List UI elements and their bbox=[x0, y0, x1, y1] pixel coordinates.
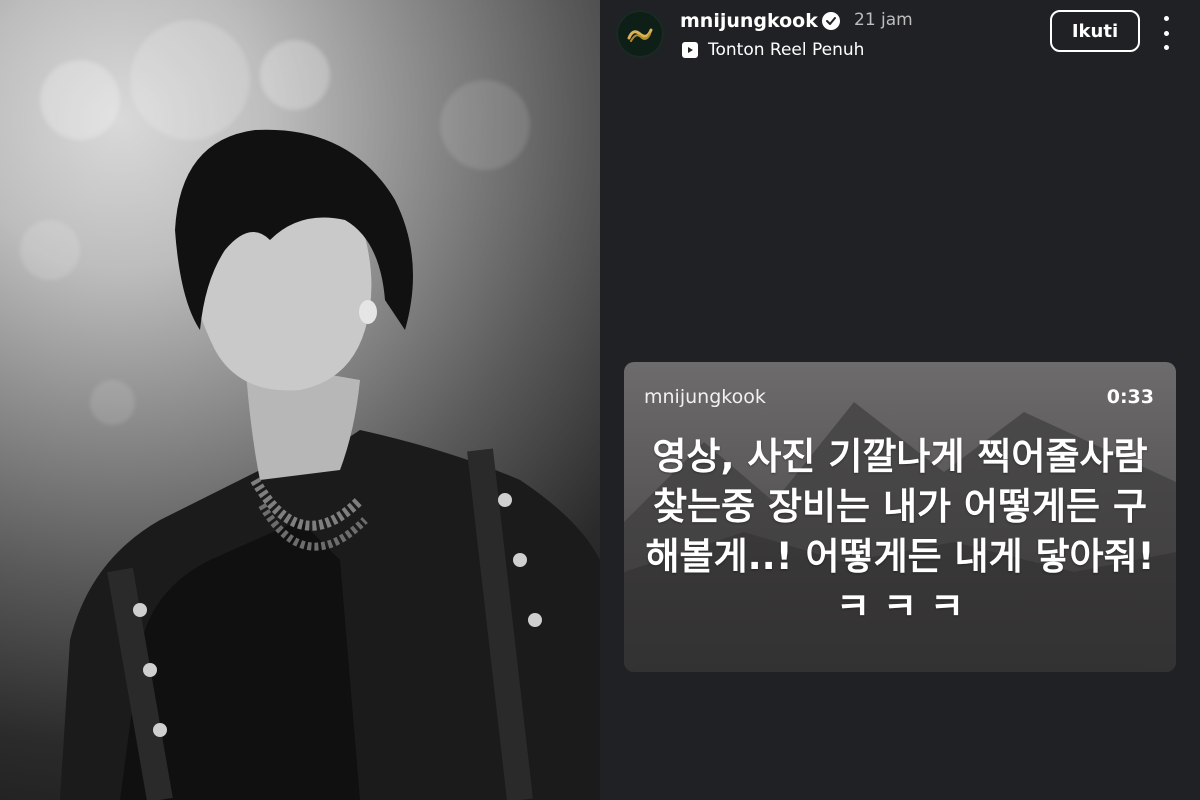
composite-image: mnijungkook 21 jam Tonton Reel Penuh Iku… bbox=[0, 0, 1200, 800]
person-silhouette bbox=[60, 129, 600, 800]
avatar[interactable] bbox=[616, 10, 664, 58]
story-header: mnijungkook 21 jam Tonton Reel Penuh Iku… bbox=[600, 0, 1200, 70]
story-username[interactable]: mnijungkook bbox=[680, 10, 818, 32]
watch-full-reel-label: Tonton Reel Penuh bbox=[708, 40, 865, 60]
play-icon bbox=[682, 42, 698, 58]
verified-icon bbox=[822, 12, 840, 30]
more-options-icon[interactable] bbox=[1156, 16, 1176, 50]
reel-duration: 0:33 bbox=[1106, 386, 1154, 408]
timestamp: 21 jam bbox=[854, 10, 913, 30]
watch-full-reel-link[interactable]: Tonton Reel Penuh bbox=[682, 40, 864, 60]
logo-icon bbox=[627, 28, 653, 42]
instagram-story: mnijungkook 21 jam Tonton Reel Penuh Iku… bbox=[600, 0, 1200, 800]
reel-username: mnijungkook bbox=[644, 386, 766, 408]
reel-caption: 영상, 사진 기깔나게 찍어줄사람 찾는중 장비는 내가 어떻게든 구해볼게..… bbox=[645, 435, 1155, 628]
shared-reel-card[interactable]: mnijungkook 0:33 영상, 사진 기깔나게 찍어줄사람 찾는중 장… bbox=[624, 362, 1176, 672]
follow-button[interactable]: Ikuti bbox=[1050, 10, 1140, 52]
portrait-photo bbox=[0, 0, 600, 800]
